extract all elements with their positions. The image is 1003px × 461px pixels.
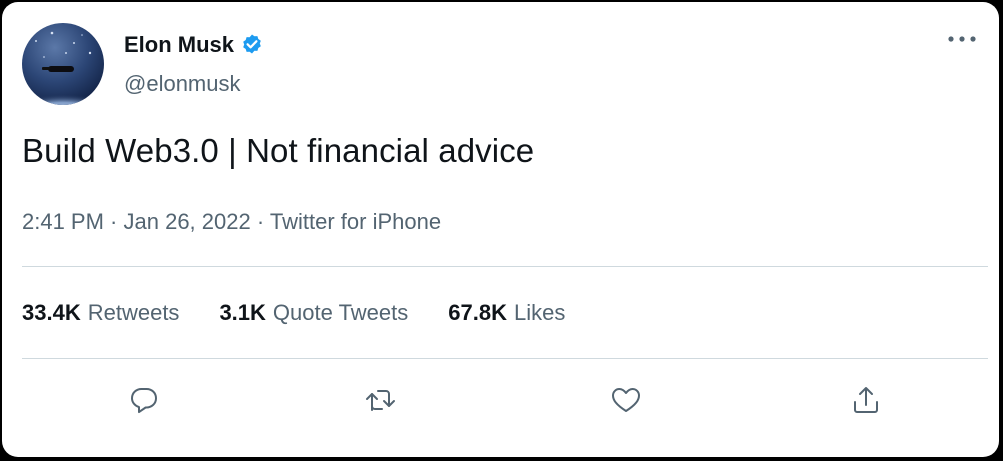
action-bar — [2, 382, 999, 422]
likes-stat[interactable]: 67.8K Likes — [448, 300, 565, 326]
quote-tweets-stat[interactable]: 3.1K Quote Tweets — [219, 300, 408, 326]
tweet-meta: 2:41 PM · Jan 26, 2022 · Twitter for iPh… — [22, 209, 441, 235]
tweet-card: Elon Musk @elonmusk Build Web3.0 | Not f… — [2, 2, 999, 457]
tweet-source[interactable]: Twitter for iPhone — [270, 209, 441, 234]
reply-button[interactable] — [124, 382, 164, 422]
avatar[interactable] — [22, 23, 104, 105]
author-name-row: Elon Musk — [124, 32, 264, 58]
retweet-button[interactable] — [360, 382, 400, 422]
avatar-image — [22, 31, 104, 105]
tweet-text: Build Web3.0 | Not financial advice — [22, 132, 535, 169]
retweet-icon — [364, 385, 396, 420]
stat-count: 67.8K — [448, 300, 507, 325]
author-name[interactable]: Elon Musk — [124, 32, 234, 58]
tweet-time[interactable]: 2:41 PM — [22, 209, 104, 234]
stat-count: 3.1K — [219, 300, 266, 325]
stat-label: Likes — [513, 300, 566, 325]
author-handle[interactable]: @elonmusk — [124, 71, 241, 97]
meta-separator: · — [250, 209, 270, 234]
more-options-icon[interactable] — [945, 26, 979, 52]
stat-count: 33.4K — [22, 300, 81, 325]
like-button[interactable] — [606, 382, 646, 422]
stat-label: Retweets — [87, 300, 180, 325]
divider — [22, 358, 988, 359]
tweet-date[interactable]: Jan 26, 2022 — [124, 209, 251, 234]
stat-label: Quote Tweets — [272, 300, 409, 325]
like-icon — [610, 385, 642, 420]
meta-separator: · — [103, 209, 124, 234]
verified-badge-icon — [240, 33, 264, 57]
retweets-stat[interactable]: 33.4K Retweets — [22, 300, 179, 326]
divider — [22, 266, 988, 267]
tweet-stats: 33.4K Retweets 3.1K Quote Tweets 67.8K L… — [22, 300, 565, 326]
share-icon — [851, 384, 881, 421]
share-button[interactable] — [846, 382, 886, 422]
reply-icon — [129, 385, 159, 420]
